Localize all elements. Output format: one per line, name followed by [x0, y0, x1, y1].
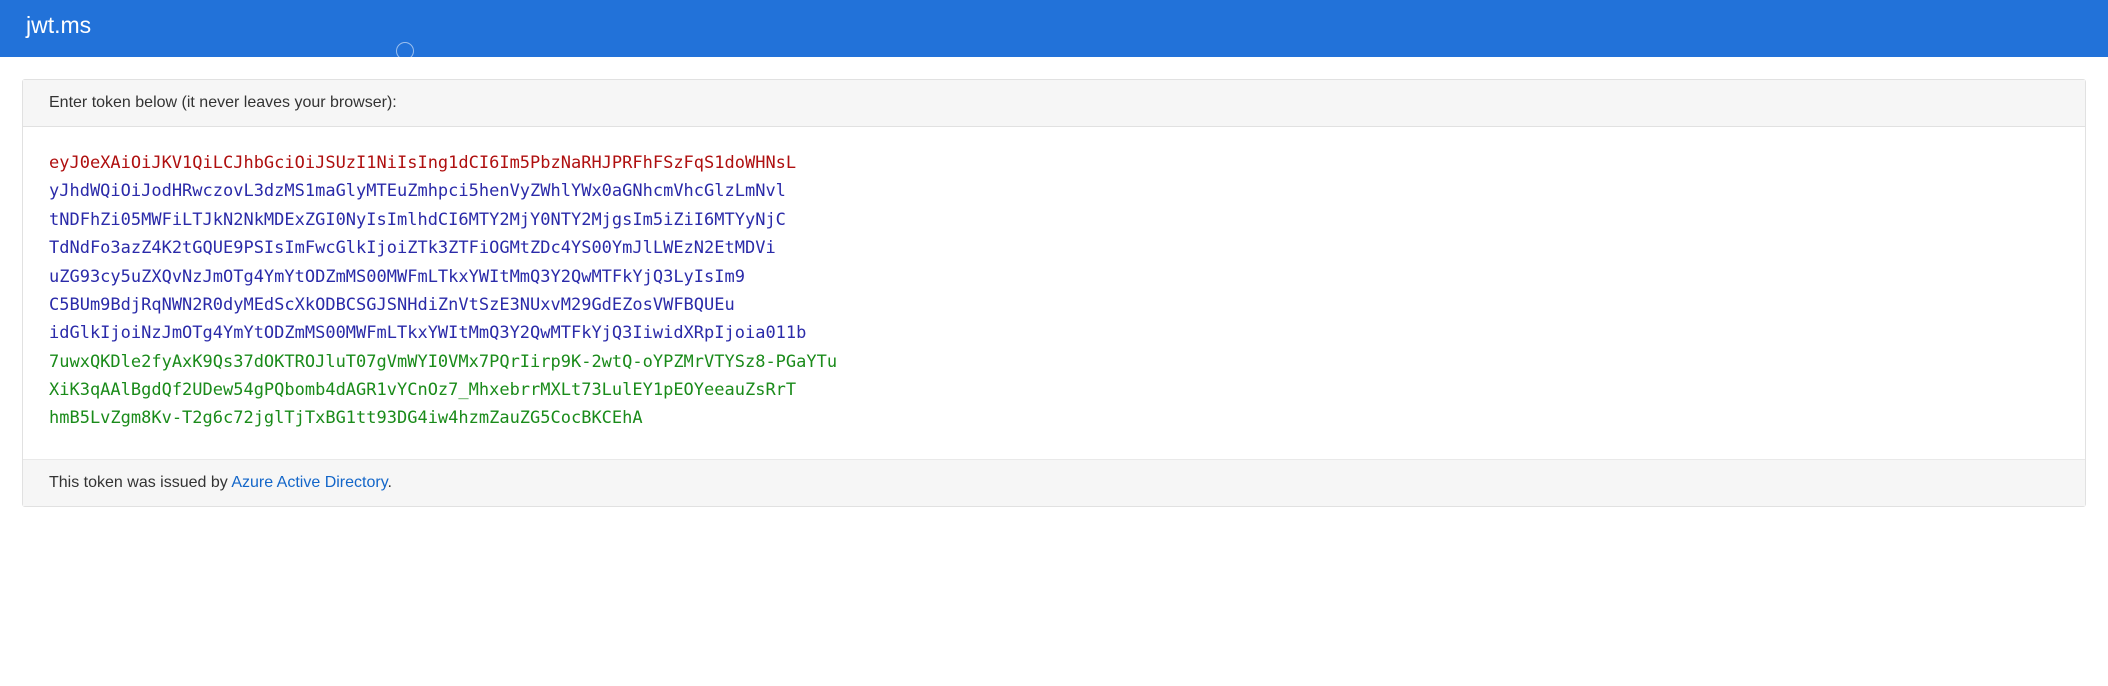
decorative-circle [396, 42, 414, 60]
jwt-payload-segment: yJhdWQiOiJodHRwczovL3dzMS1maGlyMTEuZmhpc… [49, 177, 2059, 205]
issuer-suffix-text: . [388, 474, 392, 491]
jwt-signature-segment: 7uwxQKDle2fyAxK9Qs37dOKTROJluT07gVmWYI0V… [49, 348, 2059, 376]
jwt-payload-segment: TdNdFo3azZ4K2tGQUE9PSIsImFwcGlkIjoiZTk3Z… [49, 234, 2059, 262]
token-panel: Enter token below (it never leaves your … [22, 79, 2086, 507]
jwt-payload-segment: uZG93cy5uZXQvNzJmOTg4YmYtODZmMS00MWFmLTk… [49, 263, 2059, 291]
issuer-link[interactable]: Azure Active Directory [231, 474, 387, 491]
jwt-header-segment: eyJ0eXAiOiJKV1QiLCJhbGciOiJSUzI1NiIsIng1… [49, 149, 2059, 177]
token-input-area[interactable]: eyJ0eXAiOiJKV1QiLCJhbGciOiJSUzI1NiIsIng1… [23, 127, 2085, 459]
jwt-payload-segment: tNDFhZi05MWFiLTJkN2NkMDExZGI0NyIsImlhdCI… [49, 206, 2059, 234]
jwt-payload-segment: C5BUm9BdjRqNWN2R0dyMEdScXkODBCSGJSNHdiZn… [49, 291, 2059, 319]
jwt-payload-segment: idGlkIjoiNzJmOTg4YmYtODZmMS00MWFmLTkxYWI… [49, 319, 2059, 347]
jwt-signature-segment: hmB5LvZgm8Kv-T2g6c72jglTjTxBG1tt93DG4iw4… [49, 404, 2059, 432]
panel-footer: This token was issued by Azure Active Di… [23, 459, 2085, 506]
app-header: jwt.ms [0, 0, 2108, 57]
panel-instruction-label: Enter token below (it never leaves your … [23, 80, 2085, 127]
app-title: jwt.ms [26, 12, 91, 38]
issuer-prefix-text: This token was issued by [49, 474, 231, 491]
main-container: Enter token below (it never leaves your … [0, 57, 2108, 507]
jwt-signature-segment: XiK3qAAlBgdQf2UDew54gPQbomb4dAGR1vYCnOz7… [49, 376, 2059, 404]
